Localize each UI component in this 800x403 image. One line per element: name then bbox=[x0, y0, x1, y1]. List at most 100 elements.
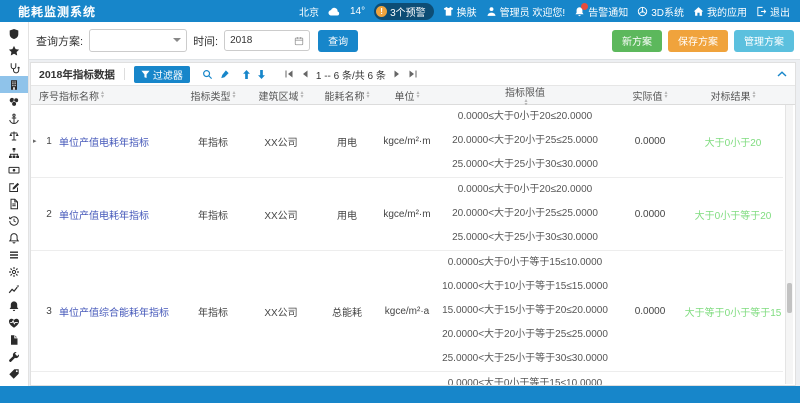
sidebar-item-file[interactable] bbox=[0, 331, 28, 348]
alert-badge-label: 3个预警 bbox=[390, 4, 426, 19]
collapse-panel-icon[interactable] bbox=[777, 71, 787, 77]
column-header-region[interactable]: 建筑区域▴▾ bbox=[247, 88, 315, 103]
limit-range: 25.0000<大于25小于30≤30.0000 bbox=[452, 153, 598, 177]
sidebar-item-stethoscope[interactable] bbox=[0, 59, 28, 76]
chevron-down-icon bbox=[173, 38, 181, 46]
star-icon bbox=[8, 45, 20, 57]
alert-badge[interactable]: ! 3个预警 bbox=[374, 3, 434, 20]
actual-value-cell: 0.0000 bbox=[615, 209, 685, 220]
clear-filter-icon[interactable] bbox=[219, 69, 230, 80]
indicator-name-cell: 单位产值电耗年指标 bbox=[59, 134, 179, 149]
column-header-type[interactable]: 指标类型▴▾ bbox=[179, 88, 247, 103]
column-header-energy[interactable]: 能耗名称▴▾ bbox=[315, 88, 379, 103]
user-menu[interactable]: 管理员 欢迎您! bbox=[486, 4, 566, 19]
query-bar: 查询方案: 时间: 2018 查询 新方案 保存方案 管理方案 bbox=[28, 22, 800, 60]
sort-icon[interactable]: ▴▾ bbox=[664, 91, 667, 99]
sidebar-item-coins[interactable] bbox=[0, 93, 28, 110]
row-number-cell: 2 bbox=[39, 209, 59, 220]
table-row[interactable]: 2单位产值电耗年指标年指标XX公司用电kgce/m²·m0.0000≤大于0小于… bbox=[31, 178, 783, 251]
column-header-actual[interactable]: 实际值▴▾ bbox=[615, 88, 685, 103]
scrollbar-thumb[interactable] bbox=[787, 283, 792, 313]
sidebar-item-edit[interactable] bbox=[0, 178, 28, 195]
heart-pulse-icon bbox=[8, 317, 20, 329]
sidebar-item-bell[interactable] bbox=[0, 297, 28, 314]
user-icon bbox=[486, 6, 497, 17]
unit-cell: kgce/m²·a bbox=[379, 306, 435, 317]
sidebar-item-gear[interactable] bbox=[0, 263, 28, 280]
sort-icon[interactable]: ▴▾ bbox=[416, 91, 419, 99]
limit-range: 20.0000<大于20小于等于25≤25.0000 bbox=[442, 323, 608, 347]
sidebar-item-document[interactable] bbox=[0, 195, 28, 212]
my-apps-button[interactable]: 我的应用 bbox=[693, 4, 747, 19]
sidebar-item-bell-outline[interactable] bbox=[0, 229, 28, 246]
last-page-button[interactable] bbox=[408, 69, 418, 79]
time-input[interactable]: 2018 bbox=[224, 30, 310, 51]
column-label: 指标名称 bbox=[59, 88, 99, 103]
system-3d-button[interactable]: 3D系统 bbox=[637, 4, 684, 19]
search-button[interactable]: 查询 bbox=[318, 30, 358, 52]
sidebar-item-star[interactable] bbox=[0, 42, 28, 59]
indicator-name-link[interactable]: 单位产值电耗年指标 bbox=[59, 207, 149, 222]
manage-scheme-button[interactable]: 管理方案 bbox=[734, 30, 794, 52]
sidebar-item-chart-line[interactable] bbox=[0, 280, 28, 297]
alarm-notice-button[interactable]: 告警通知 bbox=[574, 4, 628, 19]
filter-button[interactable]: 过滤器 bbox=[134, 66, 190, 83]
search-icon[interactable] bbox=[202, 69, 213, 80]
temperature: 14° bbox=[350, 6, 365, 17]
sidebar-item-shield[interactable] bbox=[0, 25, 28, 42]
funnel-icon bbox=[141, 70, 150, 79]
sidebar-item-banknote[interactable] bbox=[0, 161, 28, 178]
anchor-icon bbox=[8, 113, 20, 125]
sort-icon[interactable]: ▴▾ bbox=[366, 91, 369, 99]
row-expander[interactable]: ▸ bbox=[31, 137, 39, 145]
sidebar-item-menu[interactable] bbox=[0, 246, 28, 263]
sidebar-item-building[interactable] bbox=[0, 76, 28, 93]
vertical-scrollbar[interactable] bbox=[785, 105, 793, 384]
sort-icon[interactable]: ▴▾ bbox=[232, 91, 235, 99]
indicator-name-link[interactable]: 单位产值综合能耗年指标 bbox=[59, 304, 169, 319]
column-header-result[interactable]: 对标结果▴▾ bbox=[685, 88, 781, 103]
move-down-icon[interactable] bbox=[257, 69, 266, 80]
calendar-icon[interactable] bbox=[294, 36, 304, 46]
change-skin-button[interactable]: 换肤 bbox=[443, 4, 477, 19]
energy-name-cell: 用电 bbox=[315, 134, 379, 149]
table-row[interactable]: 3单位产值综合能耗年指标年指标XX公司总能耗kgce/m²·a0.0000≤大于… bbox=[31, 251, 783, 372]
sidebar-item-scale[interactable] bbox=[0, 127, 28, 144]
column-header-limit[interactable]: 指标限值▴▾ bbox=[435, 84, 615, 107]
sidebar bbox=[0, 22, 29, 386]
column-header-unit[interactable]: 单位▴▾ bbox=[379, 88, 435, 103]
topbar-right: 北京 14° ! 3个预警 换肤 管理员 欢迎您! 告警通知 bbox=[299, 3, 800, 20]
indicator-type-cell: 年指标 bbox=[179, 207, 247, 222]
new-scheme-button[interactable]: 新方案 bbox=[612, 30, 662, 52]
weather-city: 北京 bbox=[299, 4, 319, 19]
limit-range: 0.0000≤大于0小于20≤20.0000 bbox=[458, 105, 592, 129]
prev-page-button[interactable] bbox=[300, 69, 310, 79]
sidebar-item-heart-pulse[interactable] bbox=[0, 314, 28, 331]
time-label: 时间: bbox=[193, 33, 218, 49]
bell-outline-icon bbox=[8, 232, 20, 244]
sort-icon[interactable]: ▴▾ bbox=[300, 91, 303, 99]
query-scheme-select[interactable] bbox=[89, 29, 187, 52]
column-label: 对标结果 bbox=[710, 88, 750, 103]
sidebar-item-wrench[interactable] bbox=[0, 348, 28, 365]
sidebar-item-tag[interactable] bbox=[0, 365, 28, 382]
indicator-name-link[interactable]: 单位产值电耗年指标 bbox=[59, 134, 149, 149]
first-page-button[interactable] bbox=[284, 69, 294, 79]
limit-range: 10.0000<大于10小于等于15≤15.0000 bbox=[442, 275, 608, 299]
sidebar-item-sitemap[interactable] bbox=[0, 144, 28, 161]
save-scheme-button[interactable]: 保存方案 bbox=[668, 30, 728, 52]
sort-icon[interactable]: ▴▾ bbox=[752, 91, 755, 99]
benchmark-result-cell: 大于0小于等于20 bbox=[685, 207, 781, 222]
sort-icon[interactable]: ▴▾ bbox=[101, 91, 104, 99]
column-header-name[interactable]: 指标名称▴▾ bbox=[59, 88, 179, 103]
move-up-icon[interactable] bbox=[242, 69, 251, 80]
table-row[interactable]: ▸1单位产值电耗年指标年指标XX公司用电kgce/m²·m0.0000≤大于0小… bbox=[31, 105, 783, 178]
logout-button[interactable]: 退出 bbox=[756, 4, 790, 19]
sidebar-item-history[interactable] bbox=[0, 212, 28, 229]
next-page-button[interactable] bbox=[392, 69, 402, 79]
table-row[interactable]: 0.0000≤大于0小于等于15≤10.0000 bbox=[31, 372, 783, 385]
sidebar-item-anchor[interactable] bbox=[0, 110, 28, 127]
energy-name-cell: 总能耗 bbox=[315, 304, 379, 319]
column-label: 指标限值 bbox=[505, 84, 545, 99]
actual-value-cell: 0.0000 bbox=[615, 136, 685, 147]
